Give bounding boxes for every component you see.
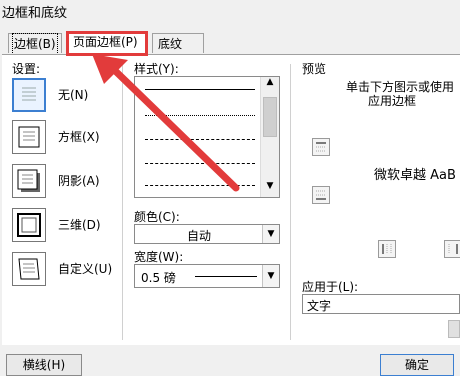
style-scrollbar[interactable]: ▲ ▼ (260, 77, 279, 197)
scroll-up-icon[interactable]: ▲ (261, 77, 279, 93)
apply-scroll-stub (448, 320, 460, 338)
setting-custom-label: 自定义(U) (58, 262, 113, 276)
setting-shadow-icon (12, 164, 46, 198)
style-option-dashed[interactable] (145, 163, 255, 164)
setting-custom-icon (12, 252, 46, 286)
tab-shading[interactable]: 底纹(S) (152, 33, 204, 71)
style-option-dashed-fine[interactable] (145, 139, 255, 140)
setting-shadow-label: 阴影(A) (58, 174, 100, 188)
preview-hint-2: 应用边框 (368, 94, 417, 108)
setting-3d-icon (12, 208, 46, 242)
border-left-button[interactable] (378, 240, 396, 258)
setting-none-icon (12, 78, 46, 112)
border-left-icon (382, 244, 392, 254)
setting-none-label: 无(N) (58, 88, 89, 102)
width-line-sample (195, 276, 257, 277)
style-option-dotted[interactable] (145, 115, 255, 116)
horizontal-line-button[interactable]: 横线(H) (6, 354, 82, 376)
settings-header: 设置: (12, 62, 41, 76)
preview-header: 预览 (302, 62, 327, 76)
style-option-long-dash[interactable] (145, 185, 255, 186)
divider-left (122, 64, 123, 340)
scroll-thumb[interactable] (263, 97, 277, 137)
tab-borders-label: 边框(B) (12, 33, 58, 55)
width-value: 0.5 磅 (141, 271, 176, 285)
chevron-down-icon: ▼ (262, 265, 279, 287)
tab-borders[interactable]: 边框(B) (8, 33, 62, 55)
border-right-icon (448, 244, 458, 254)
setting-box-label: 方框(X) (58, 130, 100, 144)
color-dropdown[interactable]: 自动 ▼ (134, 224, 280, 244)
border-bottom-icon (316, 190, 326, 200)
apply-to-value: 文字 (307, 299, 332, 313)
color-label: 颜色(C): (134, 210, 180, 224)
apply-to-dropdown[interactable]: 文字 (302, 294, 460, 314)
style-header: 样式(Y): (134, 62, 179, 76)
setting-box-frame-icon (12, 120, 46, 154)
tab-highlight-box (66, 31, 148, 56)
apply-to-label: 应用于(L): (302, 280, 359, 294)
border-top-button[interactable] (312, 138, 330, 156)
border-right-button[interactable] (444, 240, 460, 258)
color-value: 自动 (187, 229, 212, 243)
border-bottom-button[interactable] (312, 186, 330, 204)
chevron-down-icon: ▼ (262, 225, 279, 243)
divider-right (290, 64, 291, 340)
ok-button[interactable]: 确定 (380, 354, 454, 376)
setting-3d-label: 三维(D) (58, 218, 101, 232)
width-label: 宽度(W): (134, 250, 184, 264)
style-list[interactable]: ▲ ▼ (134, 76, 280, 198)
scroll-down-icon[interactable]: ▼ (261, 181, 279, 197)
width-dropdown[interactable]: 0.5 磅 ▼ (134, 264, 280, 288)
window-title: 边框和底纹 (2, 6, 68, 21)
border-top-icon (316, 142, 326, 152)
style-option-solid[interactable] (145, 89, 255, 90)
preview-sample-text: 微软卓越 AaB (374, 168, 456, 183)
